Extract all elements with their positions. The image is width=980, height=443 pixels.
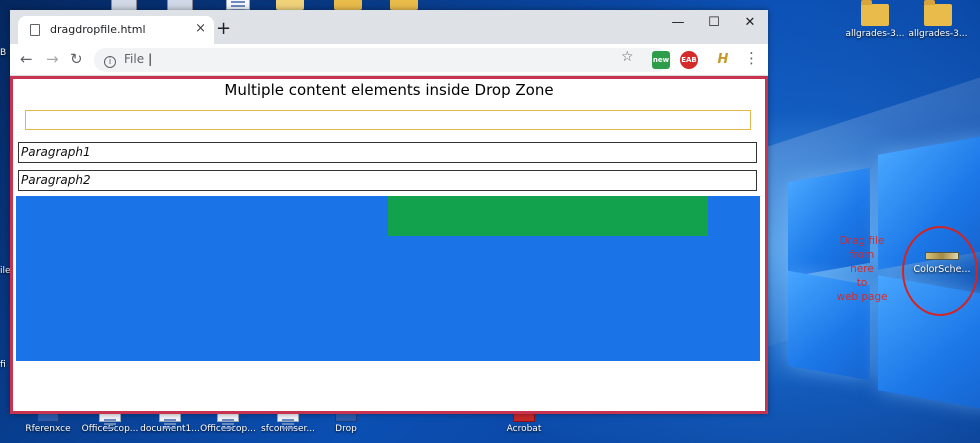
info-icon[interactable]: i <box>104 56 116 68</box>
desktop-icon-sfconinser[interactable]: sfconinser... <box>258 412 318 434</box>
folder-icon <box>861 0 889 26</box>
window-controls: — ☐ ✕ <box>660 10 768 38</box>
close-window-button[interactable]: ✕ <box>732 10 768 38</box>
extension-eab-icon[interactable]: EAB <box>680 51 698 69</box>
minimize-button[interactable]: — <box>660 10 696 38</box>
desktop-icon-officescope-1[interactable]: OfficeScop... <box>80 412 140 434</box>
drop-zone-page[interactable]: Multiple content elements inside Drop Zo… <box>10 76 768 414</box>
drag-note-line: Drag file <box>839 235 885 247</box>
browser-toolbar: ← → ↻ i File | ☆ new EAB H ⋮ <box>10 44 768 76</box>
desktop-icon-document1[interactable]: document1... <box>140 412 200 434</box>
left-edge-label: B <box>0 48 7 58</box>
desktop-icon-rferenxce[interactable]: Rferenxce <box>18 412 78 434</box>
blue-drop-area[interactable] <box>16 196 760 361</box>
extension-new-icon[interactable]: new <box>652 51 670 69</box>
text-caret: | <box>148 52 153 66</box>
left-edge-label: fi <box>0 360 6 370</box>
drag-instruction-note: Drag file from here to web page <box>832 234 892 304</box>
kebab-menu-icon[interactable]: ⋮ <box>744 49 759 67</box>
drag-note-line: here <box>850 263 874 275</box>
desktop-icon-label: Rferenxce <box>25 424 71 434</box>
page-title: Multiple content elements inside Drop Zo… <box>224 81 554 99</box>
left-edge-label: ile <box>0 266 11 276</box>
desktop-bottom-icons: Rferenxce OfficeScop... document1... Off… <box>0 412 980 443</box>
new-tab-button[interactable]: + <box>216 18 231 39</box>
drag-note-line: from <box>849 249 875 261</box>
folder-icon <box>924 0 952 26</box>
desktop-icon-officescope-2[interactable]: Officescop... <box>198 412 258 434</box>
desktop-icon-allgrades-2[interactable]: allgrades-3... <box>906 0 970 39</box>
tab-dragdropfile[interactable]: dragdropfile.html × <box>18 16 214 44</box>
extension-h-icon[interactable]: H <box>714 51 732 69</box>
desktop-icon-allgrades-1[interactable]: allgrades-3... <box>843 0 907 39</box>
page-icon <box>30 24 40 36</box>
desktop-icon-drop[interactable]: Drop <box>316 412 376 434</box>
tab-title: dragdropfile.html <box>50 23 146 36</box>
folder-icon <box>390 0 418 10</box>
bookmark-star-icon[interactable]: ☆ <box>621 49 634 65</box>
tab-strip: dragdropfile.html × + — ☐ ✕ <box>10 10 768 44</box>
forward-arrow-icon[interactable]: → <box>46 50 59 68</box>
desktop-icon-label: Drop <box>335 424 357 434</box>
paragraph-1: Paragraph1 <box>18 142 757 163</box>
chrome-window: dragdropfile.html × + — ☐ ✕ ← → ↻ i File |… <box>10 10 768 414</box>
back-arrow-icon[interactable]: ← <box>20 50 33 68</box>
folder-icon <box>334 0 362 10</box>
green-drop-target[interactable] <box>388 196 708 236</box>
text-input-field[interactable] <box>25 110 751 130</box>
address-bar[interactable]: i File | <box>94 48 668 72</box>
desktop-icon-label: allgrades-3... <box>845 29 905 39</box>
document-icon <box>226 0 250 13</box>
maximize-button[interactable]: ☐ <box>696 10 732 38</box>
drag-note-line: web page <box>836 291 888 303</box>
address-scheme-label: File <box>124 52 145 66</box>
drag-note-line: to <box>856 277 868 289</box>
desktop-icon-acrobat[interactable]: Acrobat <box>494 412 554 434</box>
tab-close-icon[interactable]: × <box>195 21 206 36</box>
desktop-icon-label: Acrobat <box>506 424 542 434</box>
annotation-circle <box>902 226 978 316</box>
reload-icon[interactable]: ↻ <box>70 50 83 68</box>
paragraph-2: Paragraph2 <box>18 170 757 191</box>
desktop-icon-label: allgrades-3... <box>908 29 968 39</box>
folder-icon <box>276 0 304 10</box>
